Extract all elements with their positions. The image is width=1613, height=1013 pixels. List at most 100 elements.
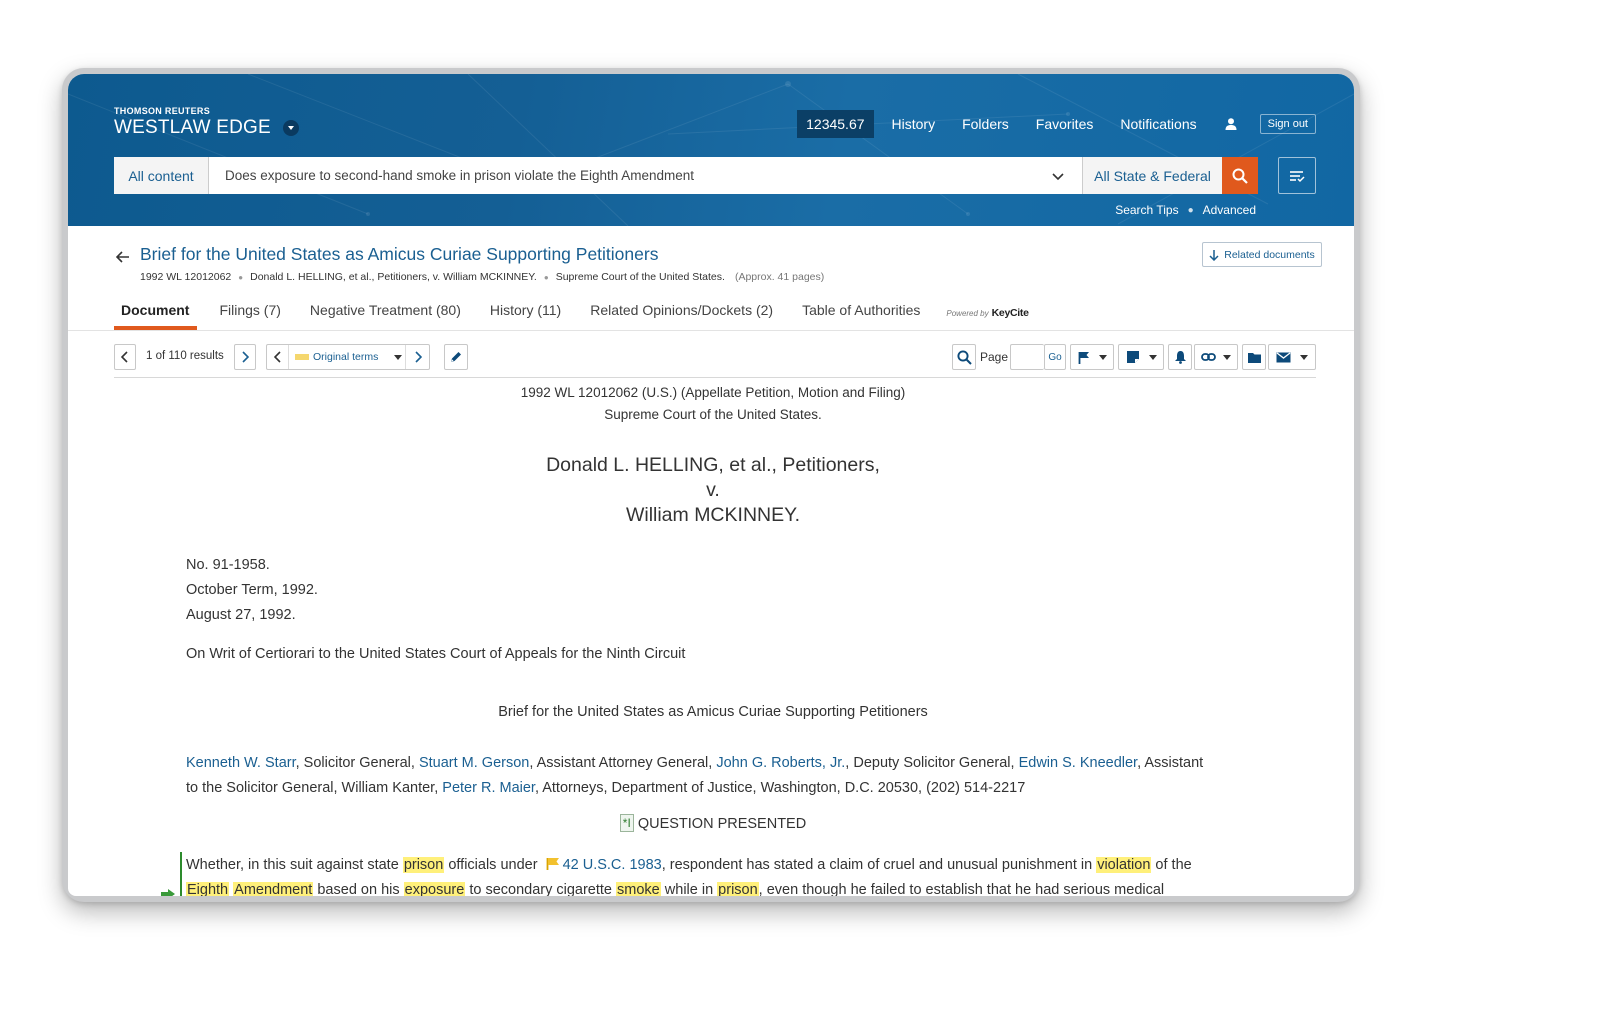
search-button[interactable] [1222, 157, 1258, 194]
search-links: Search Tips ● Advanced [1115, 203, 1256, 217]
list-menu-icon [1290, 170, 1305, 182]
jurisdiction-selector[interactable]: All State & Federal [1082, 157, 1222, 194]
save-to-folder-button[interactable] [1242, 344, 1266, 370]
tab-document[interactable]: Document [114, 296, 198, 330]
tab-related-opinions[interactable]: Related Opinions/Dockets (2) [583, 296, 780, 330]
tab-table-of-authorities[interactable]: Table of Authorities [795, 296, 927, 330]
next-result-button[interactable] [234, 344, 256, 370]
research-menu-button[interactable] [1278, 157, 1316, 194]
email-icon [1276, 351, 1291, 362]
doc-header-line-1: 1992 WL 12012062 (U.S.) (Appellate Petit… [520, 385, 906, 400]
nav-favorites[interactable]: Favorites [1036, 116, 1094, 132]
counsel-link[interactable]: Edwin S. Kneedler [1019, 755, 1138, 771]
search-term-highlight: Eighth [186, 882, 230, 896]
tab-divider [68, 330, 1354, 331]
related-documents-button[interactable]: Related documents [1202, 242, 1322, 267]
caret-down-icon [1300, 354, 1308, 360]
counsel-text: , Assistant Attorney General, [529, 755, 717, 771]
highlight-swatch [295, 354, 309, 360]
keycite-yellow-flag-icon[interactable] [546, 857, 560, 870]
tab-filings[interactable]: Filings (7) [212, 296, 287, 330]
previous-term-button[interactable] [267, 345, 289, 369]
sign-out-button[interactable]: Sign out [1259, 114, 1316, 134]
question-paragraph: Whether, in this suit against state pris… [186, 853, 1276, 896]
case-caption-petitioner: Donald L. HELLING, et al., Petitioners, [546, 454, 880, 476]
question-text: of the [1151, 857, 1192, 873]
flag-button[interactable] [1070, 344, 1114, 370]
result-count: 1 of 110 results [146, 350, 224, 362]
delivery-button[interactable] [1268, 344, 1316, 370]
counsel-link[interactable]: Peter R. Maier [442, 780, 535, 796]
counsel-text: , Solicitor General, [295, 755, 419, 771]
next-term-button[interactable] [405, 345, 429, 369]
search-input[interactable]: Does exposure to second-hand smoke in pr… [209, 157, 1082, 194]
keycite-logo: KeyCite [991, 307, 1029, 319]
search-term-highlight: prison [402, 857, 445, 873]
counsel-text: , Attorneys, Department of Justice, Wash… [534, 780, 1026, 796]
chevron-right-icon [242, 351, 249, 363]
counsel-link[interactable]: John G. Roberts, Jr. [716, 755, 845, 771]
document-toolbar: 1 of 110 results Original terms Page Go [114, 344, 1316, 370]
sticky-note-icon [1126, 351, 1139, 363]
search-term-highlight: Amendment [233, 882, 314, 896]
term-selector[interactable]: Original terms [295, 351, 403, 363]
flag-icon [1078, 351, 1089, 364]
westlaw-logo[interactable]: THOMSON REUTERS WESTLAW EDGE [114, 106, 299, 139]
page-go-button[interactable]: Go [1044, 344, 1066, 370]
alert-button[interactable] [1168, 344, 1192, 370]
chevron-left-icon [273, 351, 281, 363]
device-frame: THOMSON REUTERS WESTLAW EDGE 12345.67 Hi… [62, 68, 1360, 902]
search-tips-link[interactable]: Search Tips [1115, 203, 1178, 217]
counsel-text: , Deputy Solicitor General, [845, 755, 1019, 771]
user-profile-icon[interactable] [1224, 117, 1238, 131]
filing-date: August 27, 1992. [186, 607, 296, 623]
search-query-text: Does exposure to second-hand smoke in pr… [225, 168, 695, 183]
nav-history[interactable]: History [892, 116, 936, 132]
statute-citation-link[interactable]: 42 U.S.C. 1983 [563, 857, 662, 873]
question-heading-row: *I QUESTION PRESENTED [68, 814, 1354, 832]
annotate-button[interactable] [444, 344, 468, 370]
document-tabs: Document Filings (7) Negative Treatment … [114, 296, 1029, 330]
search-within-button[interactable] [952, 344, 976, 370]
search-icon [1232, 168, 1248, 184]
brand-product: WESTLAW EDGE [114, 117, 271, 138]
product-switcher-chevron-icon[interactable] [282, 120, 299, 136]
caret-down-icon [1223, 354, 1231, 360]
advanced-search-link[interactable]: Advanced [1203, 203, 1256, 217]
nav-notifications[interactable]: Notifications [1120, 116, 1196, 132]
search-bar: All content Does exposure to second-hand… [114, 157, 1258, 194]
page-number-input[interactable] [1010, 344, 1044, 370]
note-button[interactable] [1118, 344, 1164, 370]
document-title: Brief for the United States as Amicus Cu… [140, 244, 659, 264]
search-icon [956, 349, 972, 365]
keycite-powered-by: Powered by [946, 308, 989, 318]
client-id-button[interactable]: 12345.67 [797, 110, 874, 138]
counsel-text: , Assistant [1137, 755, 1204, 771]
previous-result-button[interactable] [114, 344, 136, 370]
star-page-marker[interactable]: *I [619, 814, 634, 832]
question-text: based on his [313, 882, 404, 896]
toolbar-divider [114, 377, 1316, 378]
copy-link-button[interactable] [1194, 344, 1238, 370]
term: October Term, 1992. [186, 582, 318, 598]
tab-negative-treatment[interactable]: Negative Treatment (80) [303, 296, 468, 330]
counsel-link[interactable]: Kenneth W. Starr [186, 755, 296, 771]
court: Supreme Court of the United States. [555, 271, 725, 283]
page-label: Page [980, 350, 1009, 364]
counsel-link[interactable]: Stuart M. Gerson [419, 755, 529, 771]
top-navigation: 12345.67 History Folders Favorites Notif… [797, 110, 1316, 138]
caret-down-icon [394, 354, 403, 360]
doc-header-line-2: Supreme Court of the United States. [604, 407, 822, 422]
result-arrow-icon [160, 888, 176, 896]
folder-icon [1247, 352, 1261, 363]
search-history-chevron-down-icon[interactable] [1052, 169, 1064, 184]
content-type-selector[interactable]: All content [114, 157, 209, 194]
back-arrow-icon[interactable] [115, 250, 130, 268]
browser-screen: THOMSON REUTERS WESTLAW EDGE 12345.67 Hi… [68, 74, 1354, 896]
tab-history[interactable]: History (11) [483, 296, 568, 330]
writ-line: On Writ of Certiorari to the United Stat… [186, 646, 686, 662]
question-text: officials under [444, 857, 542, 873]
arrow-down-icon [1209, 249, 1219, 261]
nav-folders[interactable]: Folders [962, 116, 1009, 132]
question-text: Whether, in this suit against state [186, 857, 403, 873]
